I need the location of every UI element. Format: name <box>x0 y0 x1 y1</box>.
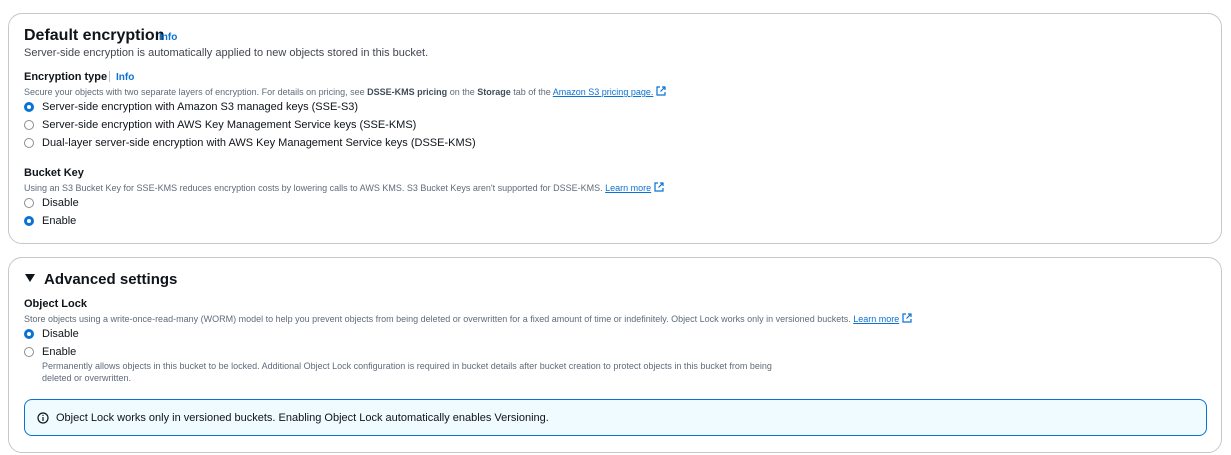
radio-label: Dual-layer server-side encryption with A… <box>42 137 476 149</box>
radio-indicator[interactable] <box>24 102 34 112</box>
external-link-icon <box>656 86 666 96</box>
radio-indicator[interactable] <box>24 138 34 148</box>
radio-bucket-key-enable[interactable]: Enable <box>24 215 76 227</box>
radio-indicator[interactable] <box>24 347 34 357</box>
radio-indicator[interactable] <box>24 216 34 226</box>
external-link-icon <box>902 313 912 323</box>
alert-text: Object Lock works only in versioned buck… <box>56 411 549 424</box>
encryption-type-info-link[interactable]: Info <box>116 72 134 83</box>
advanced-settings-toggle[interactable]: Advanced settings <box>44 271 177 288</box>
object-lock-label: Object Lock <box>24 298 87 310</box>
radio-label: Enable <box>42 215 77 227</box>
object-lock-enable-help-line2: deleted or overwritten. <box>42 373 132 383</box>
radio-label: Disable <box>42 197 79 209</box>
radio-label: Server-side encryption with Amazon S3 ma… <box>42 101 359 113</box>
info-separator <box>109 71 110 82</box>
radio-bucket-key-disable[interactable]: Disable <box>24 197 79 209</box>
radio-object-lock-disable[interactable]: Disable <box>24 328 79 340</box>
s3-pricing-link[interactable]: Amazon S3 pricing page. <box>553 87 654 97</box>
bucket-key-learn-more-link[interactable]: Learn more <box>605 183 651 193</box>
default-encryption-info-link[interactable]: Info <box>159 32 177 43</box>
bucket-key-label: Bucket Key <box>24 167 84 179</box>
radio-label: Disable <box>42 328 79 340</box>
radio-object-lock-enable[interactable]: Enable <box>24 346 76 358</box>
external-link-icon <box>654 182 664 192</box>
bucket-key-description: Using an S3 Bucket Key for SSE-KMS reduc… <box>24 182 664 193</box>
radio-label: Enable <box>42 346 77 358</box>
caret-down-icon[interactable] <box>25 272 35 286</box>
encryption-type-description: Secure your objects with two separate la… <box>24 86 666 97</box>
object-lock-enable-help-line1: Permanently allows objects in this bucke… <box>42 361 772 371</box>
radio-indicator[interactable] <box>24 120 34 130</box>
object-lock-description: Store objects using a write-once-read-ma… <box>24 313 912 324</box>
default-encryption-title: Default encryption <box>24 27 165 44</box>
radio-sse-s3[interactable]: Server-side encryption with Amazon S3 ma… <box>24 101 358 113</box>
versioning-info-alert: Object Lock works only in versioned buck… <box>24 399 1207 436</box>
radio-sse-kms[interactable]: Server-side encryption with AWS Key Mana… <box>24 119 416 131</box>
radio-indicator[interactable] <box>24 198 34 208</box>
encryption-type-label: Encryption type <box>24 71 108 83</box>
radio-label: Server-side encryption with AWS Key Mana… <box>42 119 417 131</box>
object-lock-learn-more-link[interactable]: Learn more <box>853 314 899 324</box>
default-encryption-description: Server-side encryption is automatically … <box>24 47 429 59</box>
radio-indicator[interactable] <box>24 329 34 339</box>
radio-dsse-kms[interactable]: Dual-layer server-side encryption with A… <box>24 137 476 149</box>
info-circle-icon <box>37 411 49 424</box>
